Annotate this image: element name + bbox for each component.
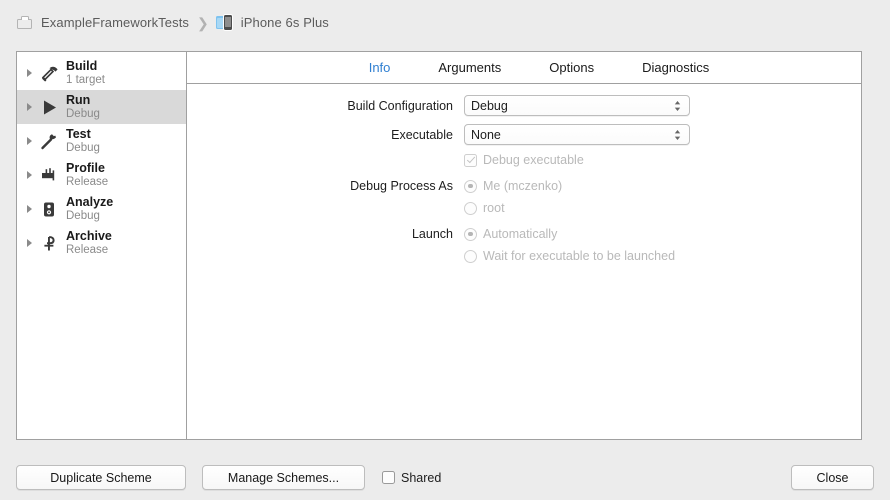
bottom-button-bar: Duplicate Scheme Manage Schemes... Share… xyxy=(0,455,890,500)
sidebar-item-title: Test xyxy=(66,126,91,141)
debug-executable-label: Debug executable xyxy=(483,153,584,167)
archive-icon xyxy=(39,232,59,254)
sidebar-item-subtitle: Debug xyxy=(66,108,100,121)
sidebar-item-title: Archive xyxy=(66,228,112,243)
wrench-icon xyxy=(39,130,59,152)
tab-diagnostics[interactable]: Diagnostics xyxy=(642,60,709,75)
tab-options[interactable]: Options xyxy=(549,60,594,75)
sidebar-item-subtitle: Release xyxy=(66,244,109,257)
breadcrumb-separator-icon: ❯ xyxy=(197,14,209,31)
debug-process-as-label: Debug Process As xyxy=(350,179,453,193)
scheme-editor-panel: Build 1 target Run Debug Test Debug Prof… xyxy=(16,51,862,440)
launch-label: Launch xyxy=(411,227,453,241)
build-configuration-label: Build Configuration xyxy=(347,98,453,113)
breadcrumb-project-label: ExampleFrameworkTests xyxy=(41,15,190,30)
shared-checkbox[interactable] xyxy=(382,471,395,484)
scheme-detail-content: Info Arguments Options Diagnostics Build… xyxy=(187,52,861,439)
tab-info[interactable]: Info xyxy=(369,60,391,75)
scheme-actions-sidebar: Build 1 target Run Debug Test Debug Prof… xyxy=(17,52,187,439)
radio-automatically-label: Automatically xyxy=(483,227,558,241)
build-configuration-value: Debug xyxy=(471,98,508,113)
launch-option-wait[interactable]: Wait for executable to be launched xyxy=(464,249,861,263)
breadcrumb-project[interactable]: ExampleFrameworkTests xyxy=(17,15,189,30)
sidebar-item-run[interactable]: Run Debug xyxy=(17,90,186,124)
radio-root[interactable] xyxy=(464,201,477,215)
executable-row: Executable None xyxy=(187,124,861,145)
sidebar-item-subtitle: 1 target xyxy=(66,74,105,87)
breadcrumb: ExampleFrameworkTests ❯ iPhone 6s Plus xyxy=(0,0,890,45)
chevron-updown-icon xyxy=(673,99,682,113)
debug-process-as-row: Debug Process As Me (mczenko) xyxy=(187,179,861,193)
project-box-icon xyxy=(17,16,34,30)
sidebar-item-subtitle: Debug xyxy=(66,210,100,223)
sidebar-item-title: Build xyxy=(66,58,98,73)
close-button[interactable]: Close xyxy=(791,465,874,490)
disclosure-triangle-icon[interactable] xyxy=(27,239,32,247)
debug-process-as-option-root[interactable]: root xyxy=(464,201,861,215)
radio-wait-for-executable[interactable] xyxy=(464,249,477,263)
disclosure-triangle-icon[interactable] xyxy=(27,205,32,213)
sidebar-item-title: Run xyxy=(66,92,91,107)
info-tab-form: Build Configuration Debug Executable Non… xyxy=(187,84,861,263)
radio-root-label: root xyxy=(483,201,505,215)
disclosure-triangle-icon[interactable] xyxy=(27,103,32,111)
gauge-icon xyxy=(39,164,59,186)
duplicate-scheme-button[interactable]: Duplicate Scheme xyxy=(16,465,186,490)
sidebar-item-title: Profile xyxy=(66,160,105,175)
debug-executable-row[interactable]: Debug executable xyxy=(464,153,861,167)
microscope-icon xyxy=(39,198,59,220)
breadcrumb-destination[interactable]: iPhone 6s Plus xyxy=(215,15,329,30)
launch-row: Launch Automatically xyxy=(187,227,861,241)
disclosure-triangle-icon[interactable] xyxy=(27,137,32,145)
sidebar-item-title: Analyze xyxy=(66,194,114,209)
executable-label: Executable xyxy=(391,127,453,142)
sidebar-item-subtitle: Debug xyxy=(66,142,100,155)
disclosure-triangle-icon[interactable] xyxy=(27,69,32,77)
radio-me-mczenko[interactable] xyxy=(464,179,477,193)
play-icon xyxy=(39,96,59,118)
shared-checkbox-control[interactable]: Shared xyxy=(382,471,441,485)
tab-bar: Info Arguments Options Diagnostics xyxy=(187,52,861,84)
radio-me-mczenko-label: Me (mczenko) xyxy=(483,179,563,193)
hammer-icon xyxy=(39,62,59,84)
sidebar-item-profile[interactable]: Profile Release xyxy=(17,158,186,192)
build-configuration-select[interactable]: Debug xyxy=(464,95,690,116)
radio-automatically[interactable] xyxy=(464,227,477,241)
chevron-updown-icon xyxy=(673,128,682,142)
executable-select[interactable]: None xyxy=(464,124,690,145)
disclosure-triangle-icon[interactable] xyxy=(27,171,32,179)
executable-value: None xyxy=(471,127,501,142)
manage-schemes-button[interactable]: Manage Schemes... xyxy=(202,465,365,490)
sidebar-item-test[interactable]: Test Debug xyxy=(17,124,186,158)
tab-arguments[interactable]: Arguments xyxy=(438,60,501,75)
sidebar-item-build[interactable]: Build 1 target xyxy=(17,56,186,90)
breadcrumb-destination-label: iPhone 6s Plus xyxy=(240,15,329,30)
debug-process-as-option-me[interactable]: Me (mczenko) xyxy=(464,179,562,193)
shared-label: Shared xyxy=(401,470,442,485)
sidebar-item-subtitle: Release xyxy=(66,176,109,189)
build-configuration-row: Build Configuration Debug xyxy=(187,95,861,116)
radio-wait-for-executable-label: Wait for executable to be launched xyxy=(483,249,676,263)
debug-executable-checkbox[interactable] xyxy=(464,153,477,167)
launch-option-automatically[interactable]: Automatically xyxy=(464,227,557,241)
sidebar-item-archive[interactable]: Archive Release xyxy=(17,226,186,260)
sidebar-item-analyze[interactable]: Analyze Debug xyxy=(17,192,186,226)
simulator-device-icon xyxy=(215,15,234,30)
